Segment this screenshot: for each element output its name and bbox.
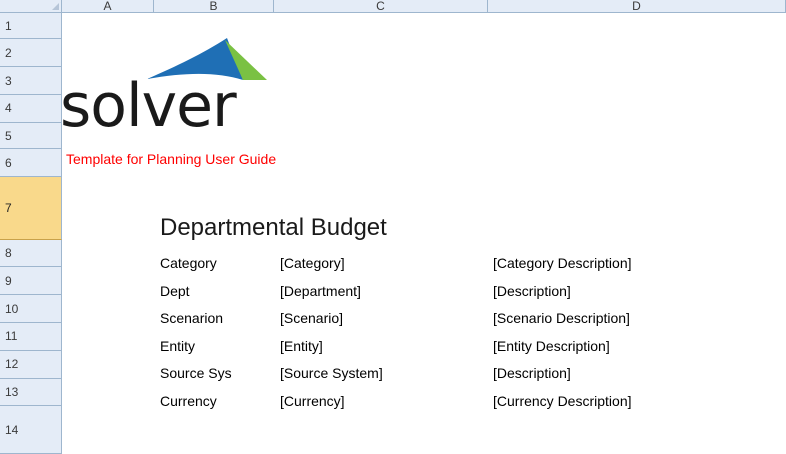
field-label[interactable]: Category <box>160 254 217 272</box>
row-header-4[interactable]: 4 <box>0 95 62 123</box>
column-header-b[interactable]: B <box>154 0 274 13</box>
field-description[interactable]: [Entity Description] <box>493 337 610 355</box>
row-header-8[interactable]: 8 <box>0 239 62 268</box>
field-description[interactable]: [Category Description] <box>493 254 632 272</box>
field-label[interactable]: Currency <box>160 392 217 410</box>
field-label[interactable]: Source Sys <box>160 364 232 382</box>
row-header-11[interactable]: 11 <box>0 323 62 351</box>
solver-logo-text: solver <box>60 71 237 141</box>
row-header-9[interactable]: 9 <box>0 267 62 296</box>
field-description[interactable]: [Scenario Description] <box>493 309 630 327</box>
field-value[interactable]: [Entity] <box>280 337 323 355</box>
field-label[interactable]: Dept <box>160 282 190 300</box>
page-title[interactable]: Departmental Budget <box>160 214 387 242</box>
field-value[interactable]: [Department] <box>280 282 361 300</box>
column-header-c[interactable]: C <box>274 0 488 13</box>
spreadsheet-grid: A B C D 1 2 3 4 5 6 7 8 9 10 11 12 13 14… <box>0 0 786 454</box>
field-description[interactable]: [Description] <box>493 282 571 300</box>
field-value[interactable]: [Currency] <box>280 392 345 410</box>
row-header-1[interactable]: 1 <box>0 13 62 40</box>
row-header-14[interactable]: 14 <box>0 406 62 454</box>
field-description[interactable]: [Description] <box>493 364 571 382</box>
select-all-corner[interactable] <box>0 0 62 13</box>
row-header-5[interactable]: 5 <box>0 122 62 150</box>
select-all-triangle-icon <box>52 3 59 10</box>
field-value[interactable]: [Source System] <box>280 364 383 382</box>
row-header-3[interactable]: 3 <box>0 67 62 96</box>
column-header-d[interactable]: D <box>488 0 786 13</box>
row-header-13[interactable]: 13 <box>0 378 62 407</box>
row-header-7[interactable]: 7 <box>0 177 62 240</box>
field-description[interactable]: [Currency Description] <box>493 392 632 410</box>
row-header-2[interactable]: 2 <box>0 39 62 68</box>
row-header-12[interactable]: 12 <box>0 350 62 379</box>
row-header-6[interactable]: 6 <box>0 149 62 178</box>
row-header-10[interactable]: 10 <box>0 295 62 324</box>
template-subtitle[interactable]: Template for Planning User Guide <box>66 151 276 167</box>
field-value[interactable]: [Scenario] <box>280 309 343 327</box>
column-header-a[interactable]: A <box>62 0 154 13</box>
field-label[interactable]: Entity <box>160 337 195 355</box>
field-label[interactable]: Scenarion <box>160 309 223 327</box>
field-value[interactable]: [Category] <box>280 254 345 272</box>
